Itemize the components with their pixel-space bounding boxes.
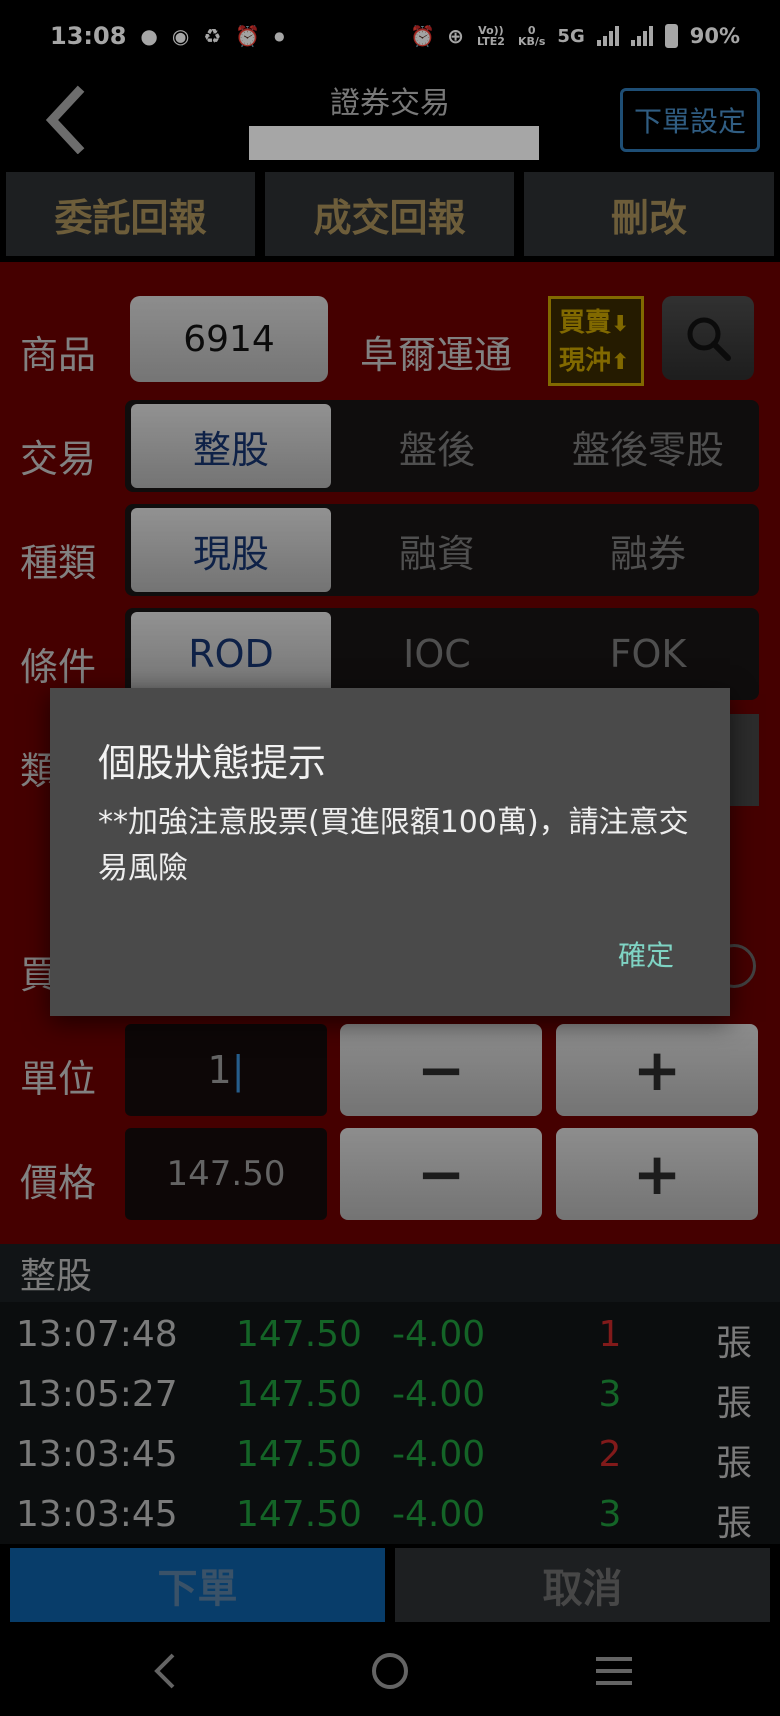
- stock-status-dialog: 個股狀態提示 **加強注意股票(買進限額100萬)，請注意交易風險 確定: [50, 688, 730, 1016]
- dialog-title: 個股狀態提示: [98, 741, 327, 785]
- dialog-message: **加強注意股票(買進限額100萬)，請注意交易風險: [98, 805, 689, 886]
- dialog-ok-button[interactable]: 確定: [618, 934, 674, 974]
